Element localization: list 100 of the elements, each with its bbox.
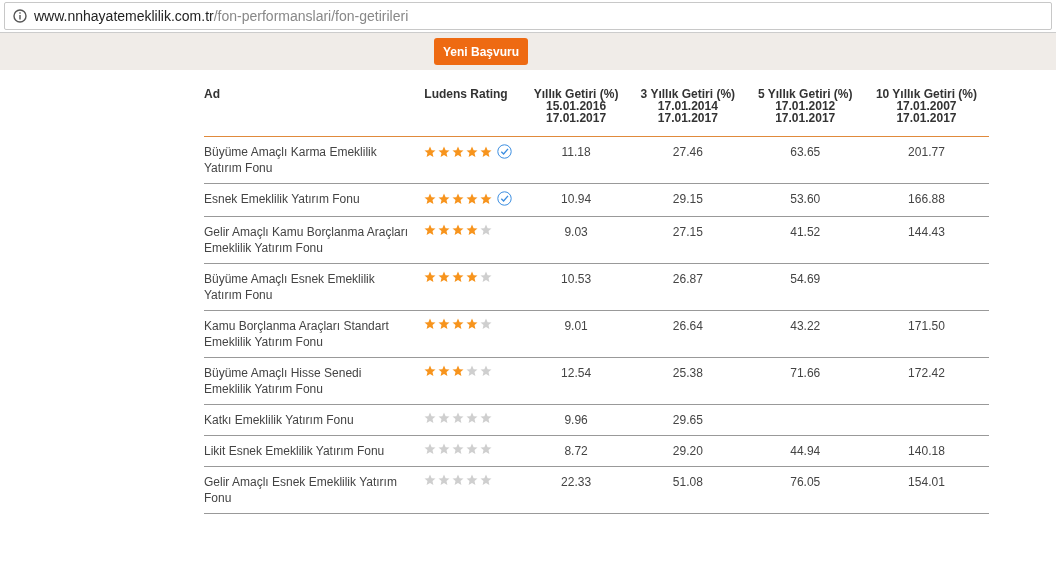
star-icon <box>480 317 492 330</box>
header-date: 17.01.2014 <box>656 100 719 112</box>
star-icon <box>466 223 478 236</box>
return-value: 11.18 <box>561 145 591 159</box>
star-icon <box>452 223 464 236</box>
star-icon <box>438 223 450 236</box>
star-icon <box>424 364 436 377</box>
star-icon <box>466 364 478 377</box>
header-date: 17.01.2017 <box>895 112 958 124</box>
fund-name: Katkı Emeklilik Yatırım Fonu <box>204 412 354 427</box>
return-value: 25.38 <box>672 365 703 380</box>
return-value: 8.72 <box>564 443 588 458</box>
column-header: 5 Yıllık Getiri (%) <box>757 88 854 100</box>
column-header: Yıllık Getiri (%) <box>532 88 620 100</box>
star-icon <box>424 442 436 455</box>
fund-name: Gelir Amaçlı Esnek Emeklilik Yatırım Fonu <box>204 474 397 505</box>
star-icon <box>480 364 492 377</box>
return-value: 171.50 <box>908 318 945 333</box>
return-value: 12.54 <box>561 365 592 380</box>
star-icon <box>466 317 478 330</box>
star-icon <box>466 411 478 424</box>
return-value: 9.03 <box>564 224 588 239</box>
return-value: 166.88 <box>908 192 945 206</box>
star-icon <box>424 192 436 205</box>
star-icon <box>452 473 464 486</box>
info-icon[interactable] <box>13 9 27 23</box>
return-value: 201.77 <box>908 145 945 159</box>
return-value: 29.15 <box>672 192 703 206</box>
star-icon <box>452 364 464 377</box>
fund-name: Büyüme Amaçlı Esnek Emeklilik Yatırım Fonu <box>204 271 375 302</box>
star-icon <box>438 145 450 158</box>
return-value: 9.01 <box>564 318 588 333</box>
return-value: 9.96 <box>564 412 588 427</box>
return-value: 27.46 <box>672 145 703 159</box>
return-value: 76.05 <box>790 474 821 489</box>
header-date: 17.01.2007 <box>895 100 958 112</box>
return-value: 140.18 <box>908 443 945 458</box>
star-icon <box>452 317 464 330</box>
star-icon <box>424 317 436 330</box>
star-icon <box>480 223 492 236</box>
star-icon <box>424 270 436 283</box>
column-header: Ludens Rating <box>423 88 509 100</box>
return-value: 44.94 <box>790 443 821 458</box>
star-icon <box>438 192 450 205</box>
return-value: 63.65 <box>790 145 821 159</box>
star-icon <box>424 473 436 486</box>
star-icon <box>466 442 478 455</box>
fund-name: Likit Esnek Emeklilik Yatırım Fonu <box>204 443 385 458</box>
column-header: Ad <box>204 88 221 100</box>
return-value: 172.42 <box>908 365 945 380</box>
star-icon <box>424 223 436 236</box>
return-value: 54.69 <box>790 271 821 286</box>
star-icon <box>466 270 478 283</box>
header-date: 15.01.2016 <box>545 100 607 112</box>
star-icon <box>438 317 450 330</box>
fund-name: Gelir Amaçlı Kamu Borçlanma Araçları Emeklilik Yatırım Fonu <box>204 224 409 255</box>
return-value: 10.94 <box>561 192 592 206</box>
return-value: 144.43 <box>908 224 945 239</box>
star-icon <box>480 145 492 158</box>
star-icon <box>480 270 492 283</box>
star-icon <box>438 411 450 424</box>
star-icon <box>424 145 436 158</box>
address-bar[interactable]: www.nnhayatemeklilik.com.tr/fon-performanslari/fon-getirileri <box>4 2 1052 30</box>
star-icon <box>480 192 492 205</box>
star-icon <box>466 192 478 205</box>
star-icon <box>424 411 436 424</box>
star-icon <box>480 442 492 455</box>
star-icon <box>438 442 450 455</box>
column-header: 10 Yıllık Getiri (%) <box>874 88 979 100</box>
header-date: 17.01.2017 <box>656 112 719 124</box>
header-date: 17.01.2012 <box>774 100 836 112</box>
url-text: www.nnhayatemeklilik.com.tr/fon-performanslari/fon-getirileri <box>34 8 409 24</box>
return-value: 26.64 <box>672 318 703 333</box>
fund-name: Büyüme Amaçlı Karma Emeklilik Yatırım Fonu <box>204 145 377 175</box>
fund-name: Esnek Emeklilik Yatırım Fonu <box>204 192 360 206</box>
star-icon <box>466 473 478 486</box>
star-icon <box>480 411 492 424</box>
return-value: 71.66 <box>790 365 821 380</box>
return-value: 43.22 <box>790 318 821 333</box>
return-value: 51.08 <box>672 474 703 489</box>
return-value: 53.60 <box>790 192 821 206</box>
return-value: 10.53 <box>561 271 592 286</box>
return-value: 154.01 <box>908 474 945 489</box>
return-value: 26.87 <box>672 271 703 286</box>
star-icon <box>438 473 450 486</box>
header-date: 17.01.2017 <box>774 112 837 124</box>
star-icon <box>452 442 464 455</box>
return-value: 27.15 <box>672 224 703 239</box>
return-value: 29.20 <box>672 443 703 458</box>
star-icon <box>452 270 464 283</box>
return-value: 41.52 <box>790 224 821 239</box>
star-icon <box>438 364 450 377</box>
star-icon <box>466 145 478 158</box>
return-value: 22.33 <box>561 474 592 489</box>
return-value: 29.65 <box>672 412 703 427</box>
header-date: 17.01.2017 <box>545 112 608 124</box>
star-icon <box>452 145 464 158</box>
fund-name: Büyüme Amaçlı Hisse Senedi Emeklilik Yatırım Fonu <box>204 365 362 396</box>
star-icon <box>480 473 492 486</box>
column-header: 3 Yıllık Getiri (%) <box>639 88 737 100</box>
